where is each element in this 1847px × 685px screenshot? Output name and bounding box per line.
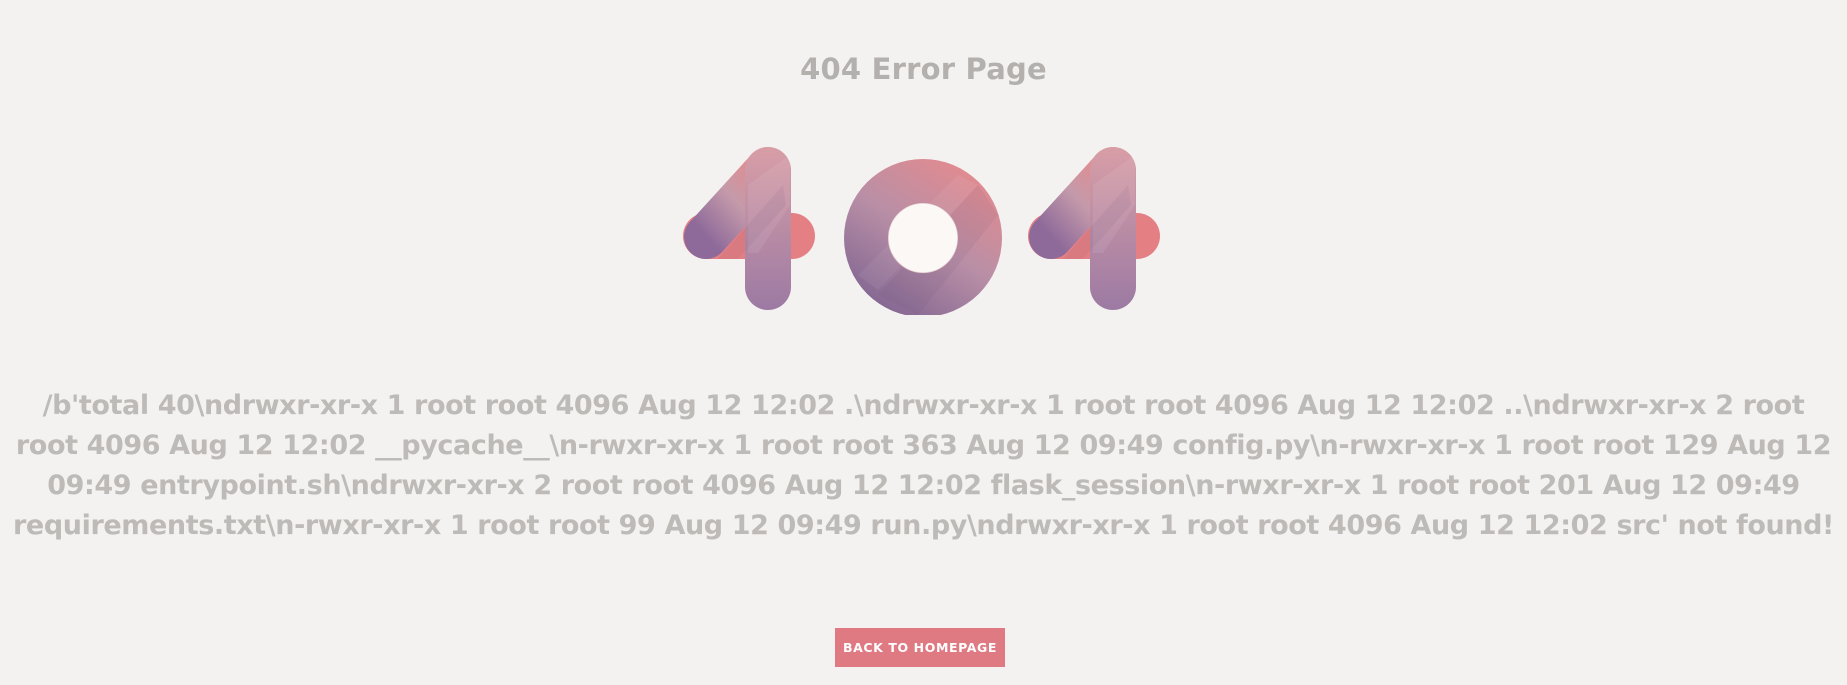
page-title: 404 Error Page — [800, 52, 1047, 86]
digit-four-left — [683, 147, 815, 310]
back-to-homepage-button[interactable]: BACK TO HOMEPAGE — [835, 628, 1005, 667]
digit-zero — [844, 159, 1002, 315]
error-message: /b'total 40\ndrwxr-xr-x 1 root root 4096… — [13, 390, 1834, 541]
digit-four-right — [1028, 147, 1160, 310]
404-illustration — [683, 147, 1160, 315]
